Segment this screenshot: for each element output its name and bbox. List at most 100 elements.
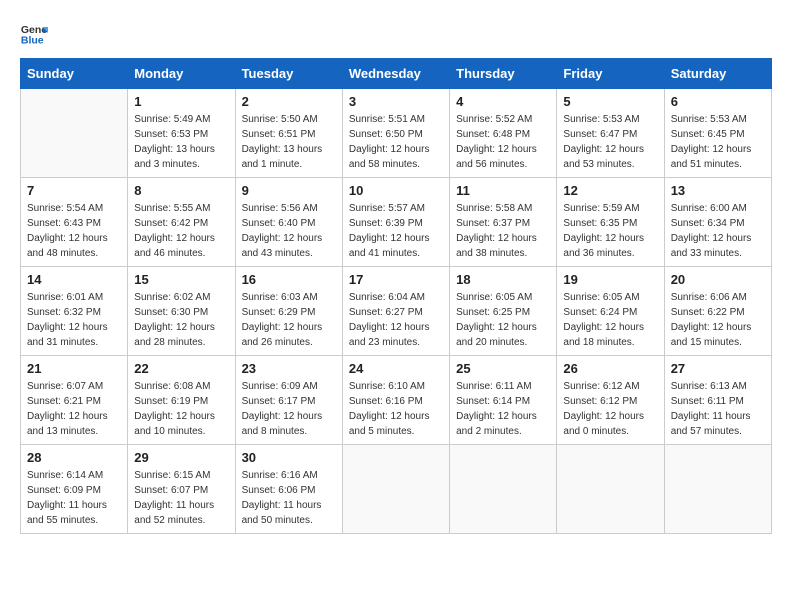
logo-icon: General Blue bbox=[20, 20, 48, 48]
day-info: Sunrise: 6:09 AM Sunset: 6:17 PM Dayligh… bbox=[242, 379, 336, 439]
calendar-cell: 21 Sunrise: 6:07 AM Sunset: 6:21 PM Dayli… bbox=[21, 356, 128, 445]
day-number: 5 bbox=[563, 94, 657, 109]
day-number: 3 bbox=[349, 94, 443, 109]
day-number: 19 bbox=[563, 272, 657, 287]
day-info: Sunrise: 5:50 AM Sunset: 6:51 PM Dayligh… bbox=[242, 112, 336, 172]
day-number: 14 bbox=[27, 272, 121, 287]
day-info: Sunrise: 5:53 AM Sunset: 6:47 PM Dayligh… bbox=[563, 112, 657, 172]
day-info: Sunrise: 6:05 AM Sunset: 6:25 PM Dayligh… bbox=[456, 290, 550, 350]
day-number: 4 bbox=[456, 94, 550, 109]
day-info: Sunrise: 6:14 AM Sunset: 6:09 PM Dayligh… bbox=[27, 468, 121, 528]
calendar-week-4: 21 Sunrise: 6:07 AM Sunset: 6:21 PM Dayli… bbox=[21, 356, 772, 445]
calendar-cell: 22 Sunrise: 6:08 AM Sunset: 6:19 PM Dayli… bbox=[128, 356, 235, 445]
day-info: Sunrise: 5:51 AM Sunset: 6:50 PM Dayligh… bbox=[349, 112, 443, 172]
calendar-cell: 3 Sunrise: 5:51 AM Sunset: 6:50 PM Daylig… bbox=[342, 89, 449, 178]
day-number: 21 bbox=[27, 361, 121, 376]
day-number: 30 bbox=[242, 450, 336, 465]
day-number: 8 bbox=[134, 183, 228, 198]
day-info: Sunrise: 5:56 AM Sunset: 6:40 PM Dayligh… bbox=[242, 201, 336, 261]
logo: General Blue bbox=[20, 20, 52, 48]
calendar-cell: 12 Sunrise: 5:59 AM Sunset: 6:35 PM Dayli… bbox=[557, 178, 664, 267]
day-number: 6 bbox=[671, 94, 765, 109]
day-number: 18 bbox=[456, 272, 550, 287]
day-number: 13 bbox=[671, 183, 765, 198]
weekday-header-friday: Friday bbox=[557, 59, 664, 89]
weekday-header-tuesday: Tuesday bbox=[235, 59, 342, 89]
calendar-week-3: 14 Sunrise: 6:01 AM Sunset: 6:32 PM Dayli… bbox=[21, 267, 772, 356]
day-info: Sunrise: 5:59 AM Sunset: 6:35 PM Dayligh… bbox=[563, 201, 657, 261]
day-info: Sunrise: 6:08 AM Sunset: 6:19 PM Dayligh… bbox=[134, 379, 228, 439]
calendar-week-1: 1 Sunrise: 5:49 AM Sunset: 6:53 PM Daylig… bbox=[21, 89, 772, 178]
day-info: Sunrise: 6:07 AM Sunset: 6:21 PM Dayligh… bbox=[27, 379, 121, 439]
calendar-cell bbox=[342, 445, 449, 534]
calendar-cell: 15 Sunrise: 6:02 AM Sunset: 6:30 PM Dayli… bbox=[128, 267, 235, 356]
day-info: Sunrise: 6:02 AM Sunset: 6:30 PM Dayligh… bbox=[134, 290, 228, 350]
calendar-cell: 8 Sunrise: 5:55 AM Sunset: 6:42 PM Daylig… bbox=[128, 178, 235, 267]
day-info: Sunrise: 6:11 AM Sunset: 6:14 PM Dayligh… bbox=[456, 379, 550, 439]
calendar-table: SundayMondayTuesdayWednesdayThursdayFrid… bbox=[20, 58, 772, 534]
day-info: Sunrise: 5:52 AM Sunset: 6:48 PM Dayligh… bbox=[456, 112, 550, 172]
calendar-cell: 16 Sunrise: 6:03 AM Sunset: 6:29 PM Dayli… bbox=[235, 267, 342, 356]
day-number: 28 bbox=[27, 450, 121, 465]
day-number: 11 bbox=[456, 183, 550, 198]
day-number: 22 bbox=[134, 361, 228, 376]
day-number: 29 bbox=[134, 450, 228, 465]
day-number: 9 bbox=[242, 183, 336, 198]
day-info: Sunrise: 6:01 AM Sunset: 6:32 PM Dayligh… bbox=[27, 290, 121, 350]
calendar-cell: 19 Sunrise: 6:05 AM Sunset: 6:24 PM Dayli… bbox=[557, 267, 664, 356]
calendar-cell bbox=[664, 445, 771, 534]
calendar-cell: 25 Sunrise: 6:11 AM Sunset: 6:14 PM Dayli… bbox=[450, 356, 557, 445]
calendar-week-5: 28 Sunrise: 6:14 AM Sunset: 6:09 PM Dayli… bbox=[21, 445, 772, 534]
page-header: General Blue bbox=[20, 20, 772, 48]
day-number: 12 bbox=[563, 183, 657, 198]
calendar-cell: 29 Sunrise: 6:15 AM Sunset: 6:07 PM Dayli… bbox=[128, 445, 235, 534]
weekday-header-wednesday: Wednesday bbox=[342, 59, 449, 89]
calendar-header-row: SundayMondayTuesdayWednesdayThursdayFrid… bbox=[21, 59, 772, 89]
day-number: 24 bbox=[349, 361, 443, 376]
calendar-cell: 17Sunrise: 6:04 AM Sunset: 6:27 PM Dayli… bbox=[342, 267, 449, 356]
day-number: 25 bbox=[456, 361, 550, 376]
day-number: 2 bbox=[242, 94, 336, 109]
calendar-cell: 5 Sunrise: 5:53 AM Sunset: 6:47 PM Daylig… bbox=[557, 89, 664, 178]
calendar-cell: 28 Sunrise: 6:14 AM Sunset: 6:09 PM Dayli… bbox=[21, 445, 128, 534]
calendar-week-2: 7Sunrise: 5:54 AM Sunset: 6:43 PM Daylig… bbox=[21, 178, 772, 267]
day-info: Sunrise: 6:12 AM Sunset: 6:12 PM Dayligh… bbox=[563, 379, 657, 439]
day-number: 7 bbox=[27, 183, 121, 198]
day-number: 1 bbox=[134, 94, 228, 109]
calendar-cell: 27 Sunrise: 6:13 AM Sunset: 6:11 PM Dayli… bbox=[664, 356, 771, 445]
calendar-cell bbox=[450, 445, 557, 534]
calendar-cell: 26 Sunrise: 6:12 AM Sunset: 6:12 PM Dayli… bbox=[557, 356, 664, 445]
day-info: Sunrise: 6:03 AM Sunset: 6:29 PM Dayligh… bbox=[242, 290, 336, 350]
day-number: 15 bbox=[134, 272, 228, 287]
day-number: 27 bbox=[671, 361, 765, 376]
day-info: Sunrise: 5:53 AM Sunset: 6:45 PM Dayligh… bbox=[671, 112, 765, 172]
weekday-header-saturday: Saturday bbox=[664, 59, 771, 89]
weekday-header-thursday: Thursday bbox=[450, 59, 557, 89]
day-info: Sunrise: 6:00 AM Sunset: 6:34 PM Dayligh… bbox=[671, 201, 765, 261]
calendar-cell: 18 Sunrise: 6:05 AM Sunset: 6:25 PM Dayli… bbox=[450, 267, 557, 356]
day-number: 23 bbox=[242, 361, 336, 376]
calendar-cell: 11Sunrise: 5:58 AM Sunset: 6:37 PM Dayli… bbox=[450, 178, 557, 267]
svg-text:Blue: Blue bbox=[21, 35, 44, 47]
day-info: Sunrise: 5:55 AM Sunset: 6:42 PM Dayligh… bbox=[134, 201, 228, 261]
calendar-cell: 20 Sunrise: 6:06 AM Sunset: 6:22 PM Dayli… bbox=[664, 267, 771, 356]
weekday-header-sunday: Sunday bbox=[21, 59, 128, 89]
calendar-cell: 4 Sunrise: 5:52 AM Sunset: 6:48 PM Daylig… bbox=[450, 89, 557, 178]
day-info: Sunrise: 6:06 AM Sunset: 6:22 PM Dayligh… bbox=[671, 290, 765, 350]
calendar-cell: 2 Sunrise: 5:50 AM Sunset: 6:51 PM Daylig… bbox=[235, 89, 342, 178]
day-number: 10 bbox=[349, 183, 443, 198]
day-info: Sunrise: 6:16 AM Sunset: 6:06 PM Dayligh… bbox=[242, 468, 336, 528]
day-info: Sunrise: 6:13 AM Sunset: 6:11 PM Dayligh… bbox=[671, 379, 765, 439]
day-number: 20 bbox=[671, 272, 765, 287]
day-info: Sunrise: 6:10 AM Sunset: 6:16 PM Dayligh… bbox=[349, 379, 443, 439]
day-info: Sunrise: 6:15 AM Sunset: 6:07 PM Dayligh… bbox=[134, 468, 228, 528]
calendar-cell: 7Sunrise: 5:54 AM Sunset: 6:43 PM Daylig… bbox=[21, 178, 128, 267]
day-info: Sunrise: 6:05 AM Sunset: 6:24 PM Dayligh… bbox=[563, 290, 657, 350]
day-number: 26 bbox=[563, 361, 657, 376]
day-number: 16 bbox=[242, 272, 336, 287]
calendar-cell: 9 Sunrise: 5:56 AM Sunset: 6:40 PM Daylig… bbox=[235, 178, 342, 267]
day-number: 17 bbox=[349, 272, 443, 287]
calendar-cell: 14 Sunrise: 6:01 AM Sunset: 6:32 PM Dayli… bbox=[21, 267, 128, 356]
calendar-cell bbox=[21, 89, 128, 178]
day-info: Sunrise: 5:49 AM Sunset: 6:53 PM Dayligh… bbox=[134, 112, 228, 172]
